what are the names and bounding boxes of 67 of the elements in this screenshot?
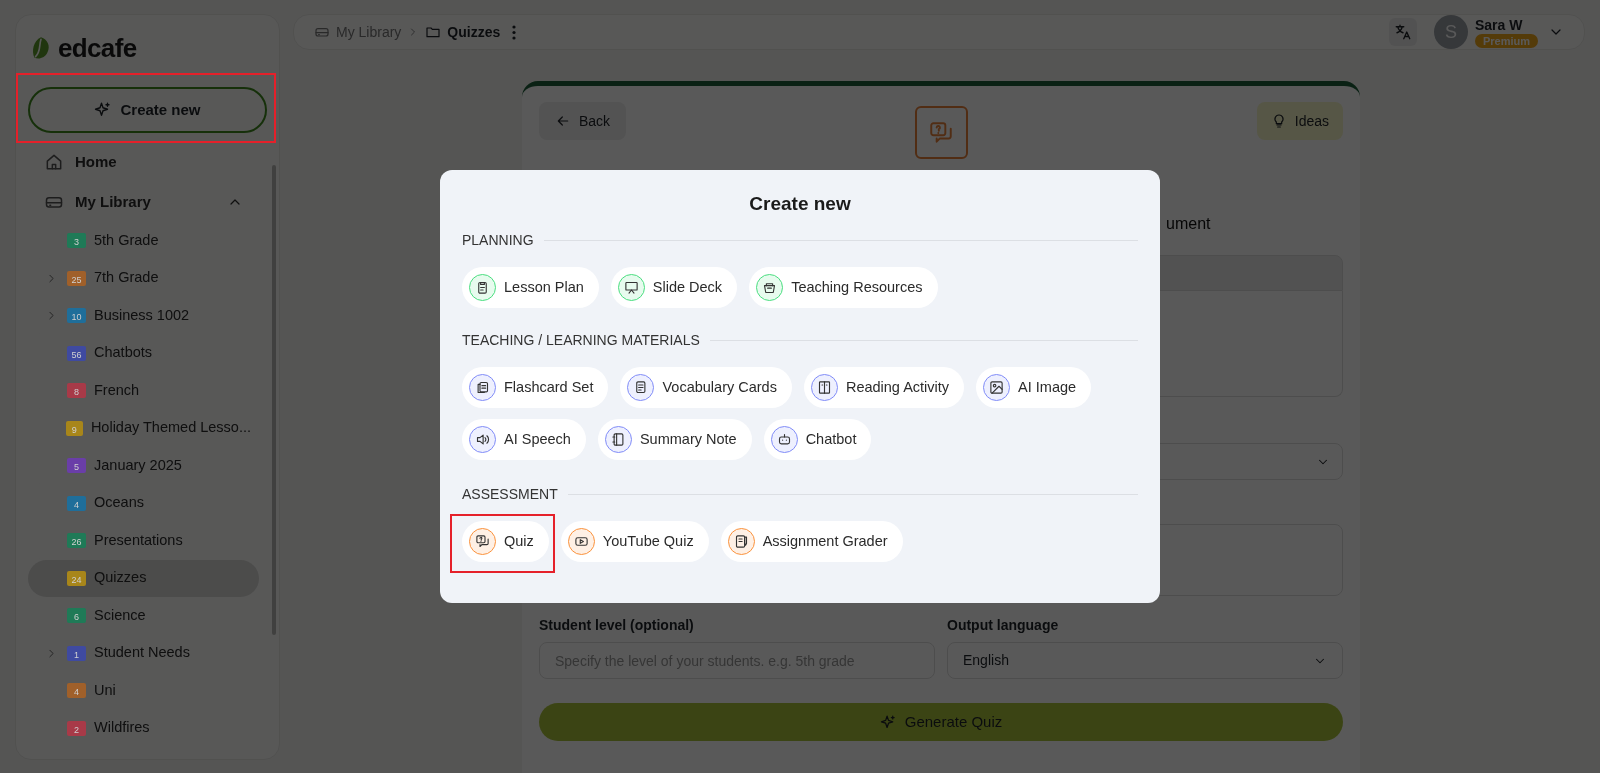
notebook-icon <box>610 432 626 447</box>
section-heading: ASSESSMENT <box>462 485 558 504</box>
folder-badge: 25 <box>67 270 86 286</box>
folder-badge: 8 <box>67 383 86 399</box>
folder-badge: 4 <box>67 683 86 699</box>
create-option-button[interactable]: YouTube Quiz <box>560 521 709 562</box>
section-heading: TEACHING / LEARNING MATERIALS <box>462 331 700 350</box>
play-icon <box>573 534 589 549</box>
sparkle-icon <box>94 101 113 119</box>
card-subtitle: ument <box>1166 214 1211 234</box>
arrow-left-icon <box>555 113 571 129</box>
create-option-button[interactable]: Reading Activity <box>803 367 965 408</box>
chat-question-icon <box>928 119 955 146</box>
folder-badge: 4 <box>67 495 86 511</box>
language-select[interactable]: English <box>947 642 1343 679</box>
create-option-button[interactable]: Summary Note <box>597 419 752 460</box>
folder-badge: 5 <box>67 458 86 474</box>
nav-item[interactable]: Home <box>28 142 259 182</box>
notebook-pen-icon <box>733 534 749 549</box>
folder-badge: 26 <box>67 533 86 549</box>
translate-button[interactable] <box>1388 18 1417 46</box>
nav-item[interactable]: My Library <box>28 182 259 222</box>
translate-icon <box>1393 23 1412 41</box>
more-icon[interactable] <box>512 24 517 40</box>
folder-badge: 56 <box>67 345 86 361</box>
create-new-button[interactable]: Create new <box>28 87 267 133</box>
create-option-button[interactable]: AI Image <box>976 367 1092 408</box>
chat-question-icon <box>475 534 490 549</box>
folder-icon <box>425 24 442 40</box>
logo-wordmark: edcafe <box>58 31 137 65</box>
back-button[interactable]: Back <box>539 102 627 140</box>
book-icon <box>816 380 832 395</box>
create-option-button[interactable]: Quiz <box>462 521 549 562</box>
user-name: Sara W <box>1474 16 1523 34</box>
dialog-title: Create new <box>748 192 852 216</box>
image-icon <box>989 380 1005 395</box>
create-option-button[interactable]: Teaching Resources <box>749 267 938 308</box>
document-icon <box>633 380 649 395</box>
section-heading: PLANNING <box>462 231 534 250</box>
folder-badge: 24 <box>67 570 86 586</box>
breadcrumb-current: Quizzes <box>447 22 501 42</box>
folder-badge: 10 <box>67 308 86 324</box>
create-option-button[interactable]: Slide Deck <box>610 267 738 308</box>
folder-badge: 1 <box>67 645 86 661</box>
sparkle-icon <box>879 713 897 731</box>
create-option-button[interactable]: Assignment Grader <box>720 521 903 562</box>
robot-icon <box>776 432 792 447</box>
create-option-button[interactable]: AI Speech <box>462 419 586 460</box>
folder-badge: 3 <box>67 233 86 249</box>
clipboard-icon <box>475 280 490 295</box>
folder-badge: 2 <box>67 720 86 736</box>
cards-icon <box>475 380 490 395</box>
folder-item[interactable]: 24 Quizzes <box>28 559 259 597</box>
create-option-button[interactable]: Flashcard Set <box>462 367 609 408</box>
speaker-icon <box>475 432 490 447</box>
create-option-button[interactable]: Vocabulary Cards <box>620 367 792 408</box>
plan-badge: Premium <box>1474 33 1538 48</box>
folder-badge: 9 <box>65 420 83 436</box>
field-label: Output language <box>947 616 1060 635</box>
ideas-button[interactable]: Ideas <box>1256 102 1343 140</box>
field-label: Student level (optional) <box>539 616 695 635</box>
folder-badge: 6 <box>67 608 86 624</box>
presentation-icon <box>623 280 639 295</box>
home-icon <box>44 152 64 172</box>
create-option-button[interactable]: Chatbot <box>763 419 872 460</box>
create-option-button[interactable]: Lesson Plan <box>462 267 599 308</box>
basket-icon <box>762 280 778 295</box>
